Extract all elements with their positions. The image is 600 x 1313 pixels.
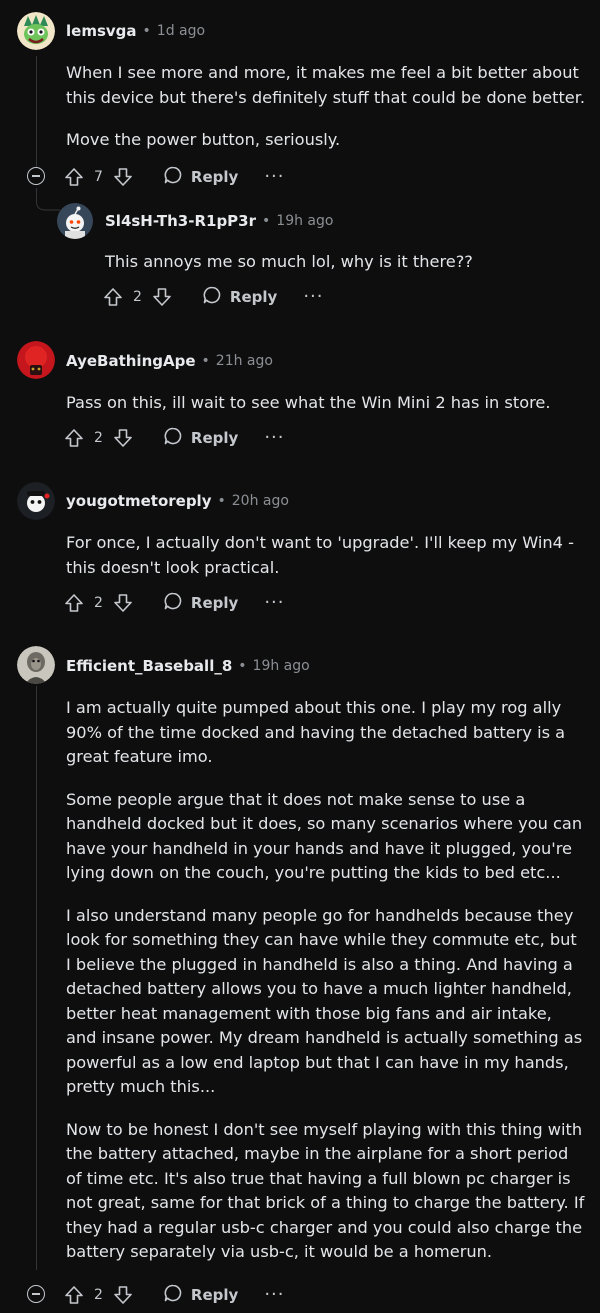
vote-count: 2	[94, 595, 103, 611]
comment-paragraph: Move the power button, seriously.	[66, 130, 341, 149]
reply-label: Reply	[190, 594, 239, 612]
comment-body: For once, I actually don't want to 'upgr…	[66, 531, 586, 580]
reply-label: Reply	[229, 288, 278, 306]
upvote-icon[interactable]	[64, 1285, 84, 1305]
vote-count: 7	[94, 169, 103, 185]
comment-paragraph: Some people argue that it does not make …	[66, 789, 583, 883]
comment-paragraph: Pass on this, ill wait to see what the W…	[66, 393, 551, 412]
comment-header: Sl4sH-Th3-R1pP3r • 19h ago	[105, 212, 333, 230]
avatar[interactable]	[17, 482, 55, 520]
username[interactable]: lemsvga	[66, 22, 137, 40]
reply-icon	[163, 591, 191, 615]
comment-actions: 2 Reply ···	[64, 425, 284, 451]
downvote-icon[interactable]	[152, 287, 172, 307]
comment-paragraph: Now to be honest I don't see myself play…	[66, 1119, 585, 1262]
reply-label: Reply	[190, 1286, 239, 1304]
timestamp: 19h ago	[252, 658, 310, 674]
comment-body: When I see more and more, it makes me fe…	[66, 61, 586, 153]
more-options-button[interactable]: ···	[264, 1286, 284, 1304]
comment-actions: 2 Reply ···	[103, 284, 323, 310]
reply-button[interactable]: Reply	[163, 1283, 238, 1307]
avatar[interactable]	[17, 341, 55, 379]
reply-label: Reply	[190, 168, 239, 186]
more-options-button[interactable]: ···	[264, 429, 284, 447]
downvote-icon[interactable]	[113, 167, 133, 187]
timestamp: 20h ago	[231, 493, 289, 509]
username[interactable]: AyeBathingApe	[66, 352, 196, 370]
username[interactable]: Sl4sH-Th3-R1pP3r	[105, 212, 256, 230]
separator: •	[262, 213, 271, 229]
comment-actions: 2 Reply ···	[64, 590, 284, 616]
timestamp: 1d ago	[156, 23, 206, 39]
timestamp: 19h ago	[276, 213, 334, 229]
comment-paragraph: This annoys me so much lol, why is it th…	[105, 252, 473, 271]
reply-icon	[163, 426, 191, 450]
reply-button[interactable]: Reply	[202, 285, 277, 309]
vote-count: 2	[133, 289, 142, 305]
upvote-icon[interactable]	[103, 287, 123, 307]
comment-actions: 7 Reply ···	[64, 164, 284, 190]
reply-label: Reply	[190, 429, 239, 447]
separator: •	[142, 23, 151, 39]
reply-icon	[163, 1283, 191, 1307]
avatar[interactable]	[17, 12, 55, 50]
reply-icon	[163, 165, 191, 189]
more-options-button[interactable]: ···	[264, 594, 284, 612]
upvote-icon[interactable]	[64, 428, 84, 448]
separator: •	[238, 658, 247, 674]
comment-paragraph: I am actually quite pumped about this on…	[66, 698, 566, 766]
comment-body: I am actually quite pumped about this on…	[66, 696, 586, 1265]
collapse-thread-button[interactable]	[27, 1285, 45, 1303]
more-options-button[interactable]: ···	[303, 288, 323, 306]
comment-paragraph: I also understand many people go for han…	[66, 905, 583, 1097]
comment-body: Pass on this, ill wait to see what the W…	[66, 391, 586, 416]
comment-paragraph: For once, I actually don't want to 'upgr…	[66, 533, 574, 577]
comment-body: This annoys me so much lol, why is it th…	[105, 250, 585, 275]
reply-button[interactable]: Reply	[163, 426, 238, 450]
comment-paragraph: When I see more and more, it makes me fe…	[66, 63, 586, 107]
reply-button[interactable]: Reply	[163, 165, 238, 189]
more-options-button[interactable]: ···	[264, 168, 284, 186]
reply-button[interactable]: Reply	[163, 591, 238, 615]
thread-line	[36, 56, 37, 174]
separator: •	[217, 493, 226, 509]
comment-header: Efficient_Baseball_8 • 19h ago	[66, 657, 310, 675]
downvote-icon[interactable]	[113, 593, 133, 613]
comment-header: lemsvga • 1d ago	[66, 22, 205, 40]
upvote-icon[interactable]	[64, 593, 84, 613]
username[interactable]: yougotmetoreply	[66, 492, 211, 510]
vote-count: 2	[94, 430, 103, 446]
timestamp: 21h ago	[215, 353, 273, 369]
comment-header: yougotmetoreply • 20h ago	[66, 492, 289, 510]
upvote-icon[interactable]	[64, 167, 84, 187]
vote-count: 2	[94, 1287, 103, 1303]
reply-icon	[202, 285, 230, 309]
separator: •	[201, 353, 210, 369]
comment-header: AyeBathingApe • 21h ago	[66, 352, 273, 370]
username[interactable]: Efficient_Baseball_8	[66, 657, 232, 675]
avatar[interactable]	[17, 646, 55, 684]
avatar[interactable]	[57, 203, 93, 239]
collapse-thread-button[interactable]	[27, 167, 45, 185]
comment-actions: 2 Reply ···	[64, 1282, 284, 1308]
downvote-icon[interactable]	[113, 1285, 133, 1305]
thread-line	[36, 686, 37, 1270]
downvote-icon[interactable]	[113, 428, 133, 448]
thread-branch	[36, 188, 60, 211]
